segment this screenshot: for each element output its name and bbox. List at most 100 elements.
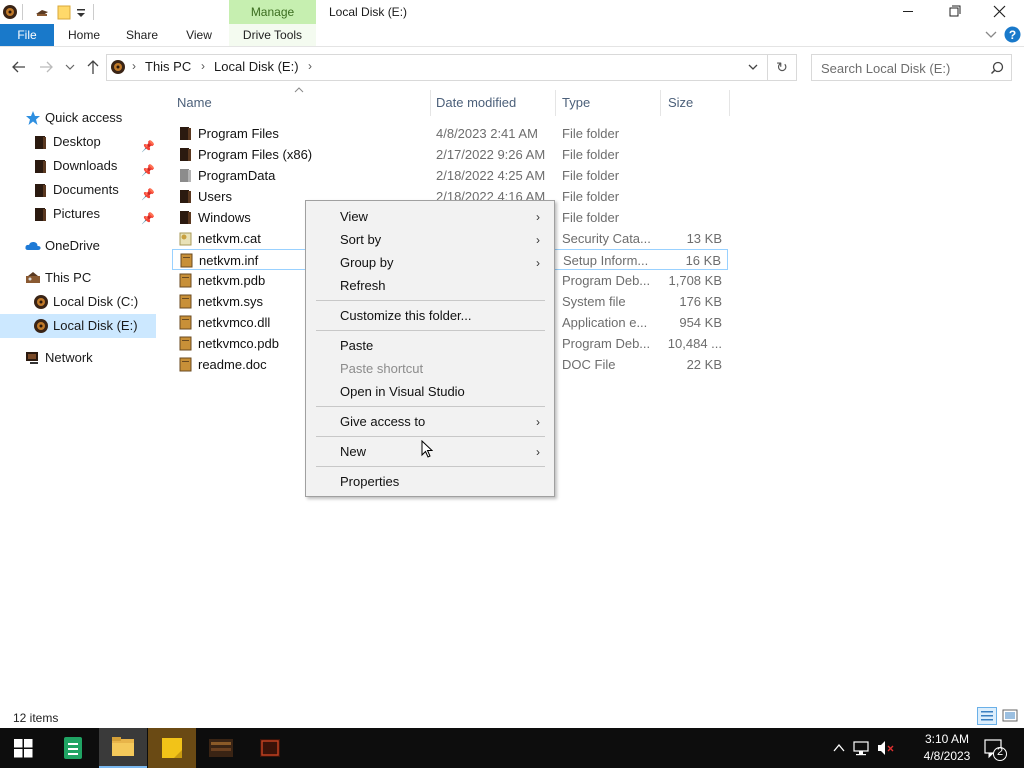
recent-locations-icon[interactable] — [63, 58, 77, 76]
drive-icon — [33, 318, 49, 334]
tab-drive-tools[interactable]: Drive Tools — [229, 24, 316, 46]
breadcrumb-local-disk-e[interactable]: Local Disk (E:) — [214, 59, 299, 74]
show-hidden-icons-icon[interactable] — [830, 728, 848, 768]
address-dropdown-icon[interactable] — [747, 61, 759, 73]
taskbar-clock[interactable]: 3:10 AM 4/8/2023 — [912, 731, 982, 765]
submenu-arrow-icon: › — [536, 445, 540, 459]
breadcrumb-chevron-icon[interactable]: › — [308, 59, 312, 73]
column-divider[interactable] — [729, 90, 730, 116]
minimize-button[interactable] — [885, 0, 931, 24]
details-view-button[interactable] — [977, 707, 997, 725]
up-button[interactable] — [84, 58, 102, 76]
nav-onedrive[interactable]: OneDrive — [0, 234, 156, 258]
cloud-icon — [24, 238, 41, 254]
folder-icon — [179, 126, 193, 141]
new-folder-icon[interactable] — [56, 4, 72, 20]
column-header-type[interactable]: Type — [562, 94, 590, 112]
file-icon — [179, 273, 193, 288]
menu-item-customize-folder[interactable]: Customize this folder... — [306, 305, 554, 327]
network-icon — [25, 350, 41, 366]
nav-this-pc[interactable]: This PC — [0, 266, 156, 290]
pin-icon[interactable]: 📌 — [141, 207, 155, 231]
search-icon[interactable] — [990, 61, 1004, 75]
menu-item-properties[interactable]: Properties — [306, 471, 554, 493]
nav-quick-access[interactable]: Quick access — [0, 106, 156, 130]
media-app-icon[interactable] — [246, 728, 294, 768]
help-icon[interactable]: ? — [1004, 26, 1021, 43]
tab-share[interactable]: Share — [116, 24, 168, 46]
drive-icon — [33, 294, 49, 310]
column-divider[interactable] — [555, 90, 556, 116]
column-header-size[interactable]: Size — [668, 94, 693, 112]
security-catalog-icon — [179, 231, 193, 246]
menu-separator — [316, 436, 545, 437]
column-divider[interactable] — [430, 90, 431, 116]
refresh-button[interactable]: ↻ — [768, 54, 797, 81]
sheets-app-icon[interactable] — [50, 728, 98, 768]
sort-ascending-icon — [293, 86, 305, 94]
tab-file[interactable]: File — [0, 24, 54, 46]
menu-separator — [316, 330, 545, 331]
address-bar[interactable]: › This PC › Local Disk (E:) › — [106, 54, 768, 81]
nav-network[interactable]: Network — [0, 346, 156, 370]
column-divider[interactable] — [660, 90, 661, 116]
close-button[interactable] — [977, 0, 1023, 24]
tab-home[interactable]: Home — [58, 24, 110, 46]
restore-button[interactable] — [931, 0, 977, 24]
forward-button[interactable] — [37, 58, 55, 76]
file-row[interactable]: ProgramData 2/18/2022 4:25 AM File folde… — [172, 165, 728, 186]
submenu-arrow-icon: › — [536, 233, 540, 247]
breadcrumb-this-pc[interactable]: This PC — [145, 59, 191, 74]
folder-icon — [179, 189, 193, 204]
start-button[interactable] — [0, 728, 48, 768]
app-thumbnail-icon[interactable] — [197, 728, 245, 768]
column-header-date-modified[interactable]: Date modified — [436, 94, 516, 112]
column-header-name[interactable]: Name — [177, 94, 212, 112]
menu-item-refresh[interactable]: Refresh — [306, 275, 554, 297]
file-icon — [179, 294, 193, 309]
tab-view[interactable]: View — [174, 24, 224, 46]
submenu-arrow-icon: › — [536, 256, 540, 270]
clock-date: 4/8/2023 — [923, 749, 971, 763]
expand-ribbon-icon[interactable] — [984, 28, 998, 42]
sticky-notes-app-icon[interactable] — [148, 728, 196, 768]
nav-pictures[interactable]: Pictures 📌 — [0, 202, 156, 226]
volume-muted-icon[interactable] — [875, 728, 897, 768]
search-input[interactable] — [819, 59, 988, 78]
svg-text:?: ? — [1009, 28, 1016, 42]
nav-desktop[interactable]: Desktop 📌 — [0, 130, 156, 154]
notifications-icon[interactable]: 2 — [980, 728, 1020, 768]
customize-qat-icon[interactable] — [76, 4, 92, 20]
menu-item-view[interactable]: View › — [306, 206, 554, 228]
nav-documents[interactable]: Documents 📌 — [0, 178, 156, 202]
folder-icon — [179, 210, 193, 225]
search-box[interactable] — [811, 54, 1012, 81]
folder-icon — [179, 147, 193, 162]
file-row[interactable]: Program Files (x86) 2/17/2022 9:26 AM Fi… — [172, 144, 728, 165]
properties-icon[interactable] — [34, 4, 50, 20]
qat-divider — [93, 4, 94, 20]
menu-item-open-in-visual-studio[interactable]: Open in Visual Studio — [306, 381, 554, 403]
nav-local-disk-e[interactable]: Local Disk (E:) — [0, 314, 156, 338]
file-row[interactable]: Program Files 4/8/2023 2:41 AM File fold… — [172, 123, 728, 144]
breadcrumb-chevron-icon[interactable]: › — [201, 59, 205, 73]
title-bar — [0, 0, 1024, 24]
manage-contextual-tab[interactable]: Manage — [229, 0, 316, 24]
menu-item-paste[interactable]: Paste — [306, 335, 554, 357]
menu-item-sort-by[interactable]: Sort by › — [306, 229, 554, 251]
submenu-arrow-icon: › — [536, 210, 540, 224]
breadcrumb-chevron-icon: › — [132, 59, 136, 73]
nav-downloads[interactable]: Downloads 📌 — [0, 154, 156, 178]
file-explorer-taskbar-icon[interactable] — [99, 728, 147, 768]
file-icon — [179, 357, 193, 372]
network-status-icon[interactable] — [851, 728, 873, 768]
nav-local-disk-c[interactable]: Local Disk (C:) — [0, 290, 156, 314]
menu-item-give-access-to[interactable]: Give access to › — [306, 411, 554, 433]
mouse-cursor-icon — [421, 440, 433, 459]
menu-item-group-by[interactable]: Group by › — [306, 252, 554, 274]
explorer-app-icon[interactable] — [2, 4, 18, 20]
back-button[interactable] — [10, 58, 28, 76]
folder-icon — [33, 158, 49, 174]
clock-time: 3:10 AM — [924, 732, 970, 746]
large-icons-view-button[interactable] — [1000, 707, 1020, 725]
